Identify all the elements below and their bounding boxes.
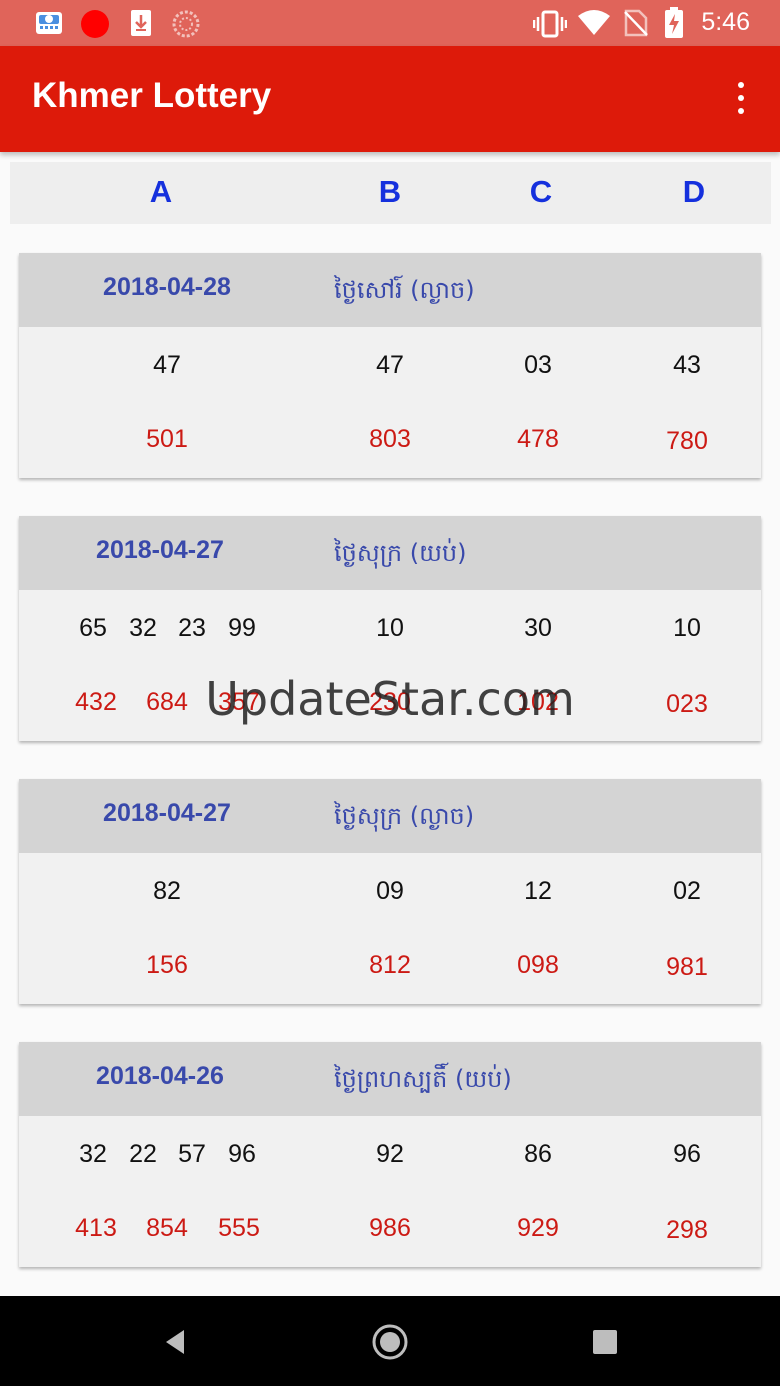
result-a-3digit: 432 xyxy=(75,688,117,716)
result-date: 2018-04-27 xyxy=(103,799,231,827)
result-c-2digit: 30 xyxy=(524,614,552,642)
recents-icon[interactable] xyxy=(587,1324,623,1360)
result-d-2digit: 43 xyxy=(673,351,701,379)
result-a-2digit: 82 xyxy=(153,877,181,905)
result-day: ថ្ងៃសុក្រ (ល្ងាច) xyxy=(334,802,475,830)
app-title: Khmer Lottery xyxy=(32,76,272,115)
result-b-3digit: 230 xyxy=(369,688,411,716)
column-header-row: A B C D xyxy=(10,162,771,224)
back-icon[interactable] xyxy=(158,1324,194,1360)
result-c-3digit: 929 xyxy=(517,1214,559,1242)
result-c-2digit: 12 xyxy=(524,877,552,905)
result-a-3digit: 854 xyxy=(146,1214,188,1242)
battery-charging-icon xyxy=(665,7,683,38)
column-header-d: D xyxy=(682,174,706,209)
result-d-2digit: 96 xyxy=(673,1140,701,1168)
result-day: ថ្ងៃសៅរ៍ (ល្ងាច) xyxy=(334,276,475,304)
download-icon xyxy=(131,10,151,36)
navigation-bar xyxy=(0,1296,780,1386)
result-b-2digit: 09 xyxy=(376,877,404,905)
result-card-header: 2018-04-28 ថ្ងៃសៅរ៍ (ល្ងាច) xyxy=(19,253,761,327)
result-b-2digit: 47 xyxy=(376,351,404,379)
vibrate-icon xyxy=(533,10,567,38)
result-date: 2018-04-26 xyxy=(96,1062,224,1090)
result-c-3digit: 102 xyxy=(517,688,559,716)
result-a-2digit: 96 xyxy=(228,1140,256,1168)
weather-app-icon xyxy=(36,12,62,34)
result-d-3digit: 023 xyxy=(666,690,708,718)
result-card-header: 2018-04-26 ថ្ងៃព្រហស្បតិ៍ (យប់) xyxy=(19,1042,761,1116)
result-a-2digit: 47 xyxy=(153,351,181,379)
result-card-header: 2018-04-27 ថ្ងៃសុក្រ (យប់) xyxy=(19,516,761,590)
no-sim-icon xyxy=(624,9,648,37)
column-header-b: B xyxy=(378,174,402,209)
result-a-3digit: 684 xyxy=(146,688,188,716)
result-b-3digit: 803 xyxy=(369,425,411,453)
result-card[interactable]: 2018-04-26 ថ្ងៃព្រហស្បតិ៍ (យប់) 32 22 57… xyxy=(19,1042,761,1267)
result-d-2digit: 10 xyxy=(673,614,701,642)
column-header-a: A xyxy=(149,174,173,209)
result-b-3digit: 986 xyxy=(369,1214,411,1242)
result-d-3digit: 780 xyxy=(666,427,708,455)
result-a-3digit: 555 xyxy=(218,1214,260,1242)
result-a-3digit: 413 xyxy=(75,1214,117,1242)
overflow-menu-icon[interactable] xyxy=(726,78,756,118)
status-time: 5:46 xyxy=(701,8,750,36)
record-dot-icon xyxy=(81,10,109,38)
result-a-2digit: 99 xyxy=(228,614,256,642)
result-c-2digit: 03 xyxy=(524,351,552,379)
result-b-2digit: 10 xyxy=(376,614,404,642)
status-bar: 5:46 xyxy=(0,0,780,46)
result-day: ថ្ងៃព្រហស្បតិ៍ (យប់) xyxy=(334,1065,512,1093)
result-c-3digit: 098 xyxy=(517,951,559,979)
result-day: ថ្ងៃសុក្រ (យប់) xyxy=(334,539,467,567)
result-card-header: 2018-04-27 ថ្ងៃសុក្រ (ល្ងាច) xyxy=(19,779,761,853)
sync-icon xyxy=(172,10,200,38)
result-c-2digit: 86 xyxy=(524,1140,552,1168)
result-card[interactable]: 2018-04-28 ថ្ងៃសៅរ៍ (ល្ងាច) 47 47 03 43 … xyxy=(19,253,761,478)
result-card[interactable]: 2018-04-27 ថ្ងៃសុក្រ (ល្ងាច) 82 09 12 02… xyxy=(19,779,761,1004)
result-a-3digit: 501 xyxy=(146,425,188,453)
result-a-3digit: 357 xyxy=(218,688,260,716)
result-date: 2018-04-27 xyxy=(96,536,224,564)
wifi-icon xyxy=(578,10,610,35)
result-d-3digit: 981 xyxy=(666,953,708,981)
result-date: 2018-04-28 xyxy=(103,273,231,301)
result-b-2digit: 92 xyxy=(376,1140,404,1168)
result-card[interactable]: 2018-04-27 ថ្ងៃសុក្រ (យប់) 65 32 23 99 1… xyxy=(19,516,761,741)
result-d-2digit: 02 xyxy=(673,877,701,905)
column-header-c: C xyxy=(529,174,553,209)
home-icon[interactable] xyxy=(370,1322,410,1362)
app-bar: Khmer Lottery xyxy=(0,46,780,152)
result-b-3digit: 812 xyxy=(369,951,411,979)
result-c-3digit: 478 xyxy=(517,425,559,453)
result-a-3digit: 156 xyxy=(146,951,188,979)
result-d-3digit: 298 xyxy=(666,1216,708,1244)
